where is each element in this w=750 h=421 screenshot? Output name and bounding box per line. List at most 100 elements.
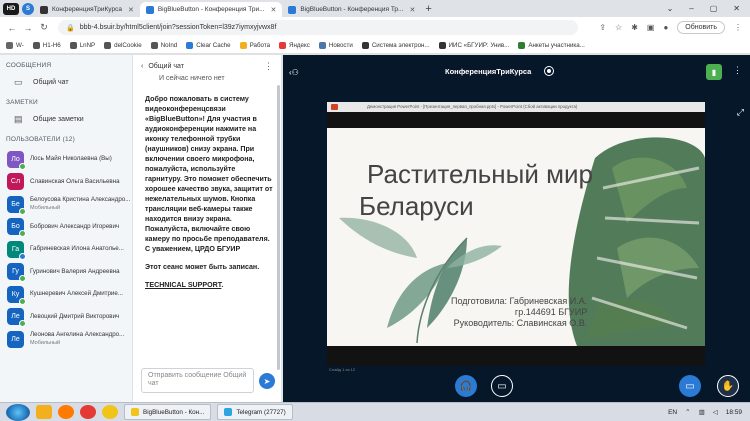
tray-chevron-icon[interactable]: ⌃ — [685, 408, 690, 416]
bookmark-item[interactable]: delCookie — [104, 42, 142, 49]
minimize-icon[interactable]: – — [689, 4, 693, 13]
bookmark-item[interactable]: H1-H6 — [32, 42, 61, 49]
chat-icon: ▭ — [14, 77, 23, 87]
explorer-icon[interactable] — [36, 405, 52, 419]
browser-tabstrip: HD S КонференцияТриКурса ✕ BigBlueButton… — [0, 0, 750, 17]
chat-header: ‹ Общий чат ⋮ — [133, 55, 281, 77]
new-tab-icon[interactable]: + — [425, 3, 431, 15]
welcome-message: Добро пожаловать в систему видеоконферен… — [145, 95, 273, 253]
avatar: Бе — [7, 195, 26, 215]
user-list-item[interactable]: Гу Гуринович Валерия Андреевна — [0, 261, 132, 284]
browser-addressbar: ← → ↻ 🔒 bbb-4.bsuir.by/html5client/join?… — [0, 17, 750, 38]
user-list-item[interactable]: Ло Лось Майя Николаевна (Вы) — [0, 148, 132, 171]
bbb-favicon-icon — [288, 5, 297, 14]
back-icon[interactable]: ← — [4, 23, 20, 33]
notes-icon: ▤ — [14, 114, 23, 124]
clock[interactable]: 18:59 — [726, 409, 742, 416]
bookmark-item[interactable]: Анкеты участника... — [518, 42, 585, 49]
share-icon[interactable]: ⇪ — [599, 23, 606, 32]
firefox-icon[interactable] — [58, 405, 74, 419]
chat-message-input[interactable]: Отправить сообщение Общий чат — [141, 368, 254, 393]
user-list-item[interactable]: Ле Леонова Ангелина Александро... Мобильн… — [0, 328, 132, 351]
volume-icon[interactable]: ◁ — [713, 408, 718, 416]
user-list-item[interactable]: Ле Левоцкий Дмитрий Викторович — [0, 306, 132, 329]
recording-notice: Этот сеанс может быть записан. — [145, 263, 260, 271]
bookmark-item[interactable]: NoInd — [150, 42, 177, 49]
profile-icon[interactable]: ● — [663, 23, 668, 32]
skype-icon[interactable]: S — [22, 2, 34, 15]
bookmark-item[interactable]: LnNP — [69, 42, 95, 49]
user-list-item[interactable]: Бе Белоусова Кристина Александро... Мобил… — [0, 193, 132, 216]
yandex-browser-icon[interactable] — [80, 405, 96, 419]
user-list-item[interactable]: Ку Кушнеревич Алексей Дмитрие... — [0, 283, 132, 306]
record-icon[interactable] — [544, 66, 554, 76]
tab-close-icon[interactable]: ✕ — [271, 6, 277, 14]
browser-tab-bbb-active[interactable]: BigBlueButton - Конференция Три... ✕ — [139, 2, 283, 17]
browser-tab-conference[interactable]: КонференцияТриКурса ✕ — [34, 2, 140, 17]
audio-status-icon — [19, 207, 26, 215]
language-indicator[interactable]: EN — [668, 409, 677, 416]
menu-icon[interactable]: ⋮ — [734, 23, 742, 32]
vk-icon — [318, 42, 326, 49]
windows-start-icon[interactable] — [6, 403, 30, 421]
user-list-item[interactable]: Га Габриневская Илона Анатолье... — [0, 238, 132, 261]
options-menu-icon[interactable]: ⋮ — [733, 65, 742, 76]
bookmark-item[interactable]: Новости — [318, 42, 353, 49]
headphones-icon: 🎧 — [459, 380, 473, 392]
bookmark-icon — [104, 42, 112, 49]
sidebar-item-public-chat[interactable]: ▭ Общий чат — [0, 72, 132, 92]
star-icon[interactable]: ☆ — [615, 23, 622, 32]
chrome-icon[interactable] — [102, 405, 118, 419]
chat-title[interactable]: Общий чат — [148, 63, 184, 70]
bookmarks-bar: W- H1-H6 LnNP delCookie NoInd Clear Cach… — [0, 38, 750, 54]
audio-button[interactable]: 🎧 — [455, 375, 477, 397]
fullscreen-icon[interactable]: ⤢ — [737, 107, 744, 118]
user-list: Ло Лось Майя Николаевна (Вы) Сл Славинск… — [0, 148, 132, 351]
bbb-favicon-icon — [145, 5, 154, 14]
camera-off-icon: ▭ — [497, 380, 507, 392]
taskbar-task-bbb[interactable]: BigBlueButton - Кон... — [124, 404, 212, 420]
browser-tab-bbb[interactable]: BigBlueButton - Конференция Тр... ✕ — [282, 2, 421, 17]
user-name: Гуринович Валерия Андреевна — [30, 267, 120, 275]
raise-hand-button[interactable]: ✋ — [717, 375, 739, 397]
bookmark-item[interactable]: Система электрон... — [361, 42, 430, 49]
update-button[interactable]: Обновить — [677, 21, 725, 34]
window-close-icon[interactable]: ✕ — [733, 4, 740, 13]
tab-search-icon[interactable]: ⌄ — [667, 4, 674, 13]
user-list-item[interactable]: Сл Славинская Ольга Васильевна — [0, 171, 132, 194]
bookmark-item[interactable]: Работа — [239, 42, 270, 49]
action-bar: 🎧 ▭ ▭ ✋ — [283, 370, 750, 402]
presentation-button[interactable]: ▭ — [679, 375, 701, 397]
send-icon: ➤ — [263, 376, 271, 386]
send-message-button[interactable]: ➤ — [259, 373, 275, 389]
reload-icon[interactable]: ↻ — [36, 22, 52, 33]
tab-close-icon[interactable]: ✕ — [128, 6, 134, 14]
slide-subtitle: Подготовила: Габриневская И.А. гр.144691… — [451, 296, 588, 328]
toggle-userlist-icon[interactable]: ‹⚇ — [289, 68, 303, 77]
windows-taskbar: BigBlueButton - Кон... Telegram (27727) … — [0, 402, 750, 421]
chevron-left-icon[interactable]: ‹ — [141, 63, 143, 70]
connection-status-icon[interactable]: ▮ — [706, 64, 722, 80]
chat-scrollbar[interactable] — [277, 85, 280, 370]
forward-icon[interactable]: → — [20, 23, 36, 33]
share-webcam-button[interactable]: ▭ — [491, 375, 513, 397]
ppt-titlebar: Демонстрация PowerPoint - [Презентация_п… — [327, 102, 705, 112]
sidepanel-icon[interactable]: ▣ — [647, 23, 655, 32]
chat-options-icon[interactable]: ⋮ — [264, 61, 273, 72]
hd-extension-icon[interactable]: HD — [3, 2, 19, 15]
bookmark-item[interactable]: Яндекс — [279, 42, 310, 49]
user-name: Габриневская Илона Анатолье... — [30, 245, 124, 253]
network-icon[interactable]: ▥ — [699, 408, 705, 416]
avatar: Сл — [7, 173, 24, 191]
bookmark-item[interactable]: Clear Cache — [186, 42, 231, 49]
url-input[interactable]: 🔒 bbb-4.bsuir.by/html5client/join?sessio… — [58, 20, 578, 35]
user-list-item[interactable]: Бо Бобрович Александр Игоревич — [0, 216, 132, 239]
extensions-icon[interactable]: ✱ — [631, 23, 638, 32]
technical-support-link[interactable]: TECHNICAL SUPPORT — [145, 281, 221, 289]
maximize-icon[interactable]: ▢ — [710, 4, 718, 13]
tab-close-icon[interactable]: ✕ — [409, 6, 415, 14]
bookmark-item[interactable]: W- — [6, 42, 24, 49]
sidebar-item-shared-notes[interactable]: ▤ Общие заметки — [0, 109, 132, 129]
taskbar-task-telegram[interactable]: Telegram (27727) — [217, 404, 293, 420]
bookmark-item[interactable]: ИИС «БГУИР: Унив... — [438, 42, 509, 49]
